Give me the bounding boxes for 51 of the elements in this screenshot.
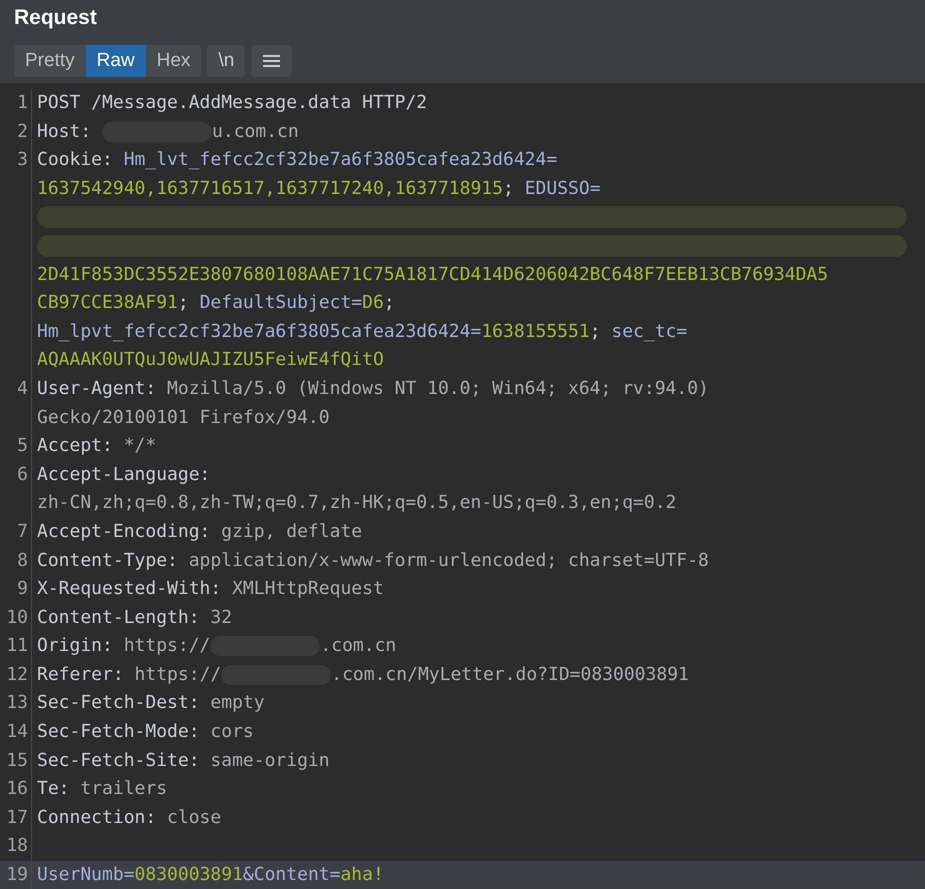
- code-line: UserNumb=0830003891&Content=aha!: [37, 863, 384, 888]
- view-tab[interactable]: Hex: [146, 45, 202, 77]
- line-number: 2: [17, 120, 28, 142]
- code-line: Content-Type: application/x-www-form-urlencoded; charset=UTF-8: [37, 548, 709, 572]
- code-line: Cookie: Hm_lvt_fefcc2cf32be7a6f3805cafea23d6424=: [37, 148, 558, 172]
- line-number: 9: [17, 578, 28, 600]
- code-line: CB97CCE38AF91; DefaultSubject=D6;: [37, 291, 396, 316]
- code-line: User-Agent: Mozilla/5.0 (Windows NT 10.0; Win64; x64; rv:94.0): [37, 376, 709, 401]
- menu-button[interactable]: [251, 45, 292, 77]
- code-line: Te: trailers: [37, 777, 168, 802]
- menu-icon: [263, 55, 280, 67]
- code-line: X-Requested-With: XMLHttpRequest: [37, 577, 384, 602]
- code-line: Accept: */*: [37, 434, 156, 458]
- line-number: 4: [17, 378, 28, 399]
- line-number: 12: [6, 664, 28, 685]
- newline-toggle[interactable]: \n: [207, 45, 246, 77]
- code-line: 2D41F853DC3552E3807680108AAE71C75A1817CD414D6206042BC648F7EEB13CB76934DA5: [37, 262, 830, 287]
- line-number: 5: [17, 435, 28, 456]
- line-number: 1: [17, 92, 28, 113]
- code-line: 1637542940,1637716517,1637717240,1637718915; EDUSSO=: [37, 176, 602, 201]
- code-line: Referer: https:// .com.cn/MyLetter.do?ID=0830003891: [37, 662, 689, 687]
- line-number: 14: [6, 721, 28, 742]
- line-number: 18: [6, 835, 28, 856]
- code-line: Origin: https:// .com.cn: [37, 634, 396, 658]
- line-number: 7: [17, 520, 28, 542]
- code-line: Hm_lpvt_fefcc2cf32be7a6f3805cafea23d6424=1638155551; sec_tc=: [37, 320, 688, 344]
- line-number: 3: [17, 149, 28, 170]
- code-line: AQAAAK0UTQuJ0wUAJIZU5FeiwE4fQitO: [37, 348, 385, 372]
- view-tab[interactable]: Raw: [86, 45, 146, 77]
- code-line: Accept-Language:: [37, 462, 212, 487]
- code-line: Host: u.com.cn: [37, 120, 299, 144]
- code-line: Gecko/20100101 Firefox/94.0: [37, 406, 331, 430]
- line-number: 16: [6, 778, 28, 800]
- code-line: Content-Length: 32: [37, 606, 232, 630]
- line-number: 19: [6, 864, 28, 886]
- line-number: 10: [6, 606, 28, 628]
- code-line: Accept-Encoding: gzip, deflate: [37, 520, 362, 544]
- code-line: Connection: close: [37, 806, 222, 830]
- line-number: 11: [6, 635, 28, 656]
- line-number: 8: [17, 550, 28, 570]
- line-number: 6: [17, 464, 28, 485]
- line-number: 15: [6, 750, 28, 771]
- panel-title: Request: [14, 5, 98, 31]
- code-line: zh-CN,zh;q=0.8,zh-TW;q=0.7,zh-HK;q=0.5,en-US;q=0.3,en;q=0.2: [37, 491, 676, 516]
- line-number: 17: [6, 806, 28, 828]
- code-line: Sec-Fetch-Mode: cors: [37, 720, 254, 744]
- code-line: Sec-Fetch-Dest: empty: [37, 691, 265, 716]
- code-line: POST /Message.AddMessage.data HTTP/2: [37, 91, 428, 115]
- view-tab[interactable]: Pretty: [14, 45, 86, 77]
- line-number: 13: [6, 692, 28, 714]
- code-line: Sec-Fetch-Site: same-origin: [37, 748, 330, 773]
